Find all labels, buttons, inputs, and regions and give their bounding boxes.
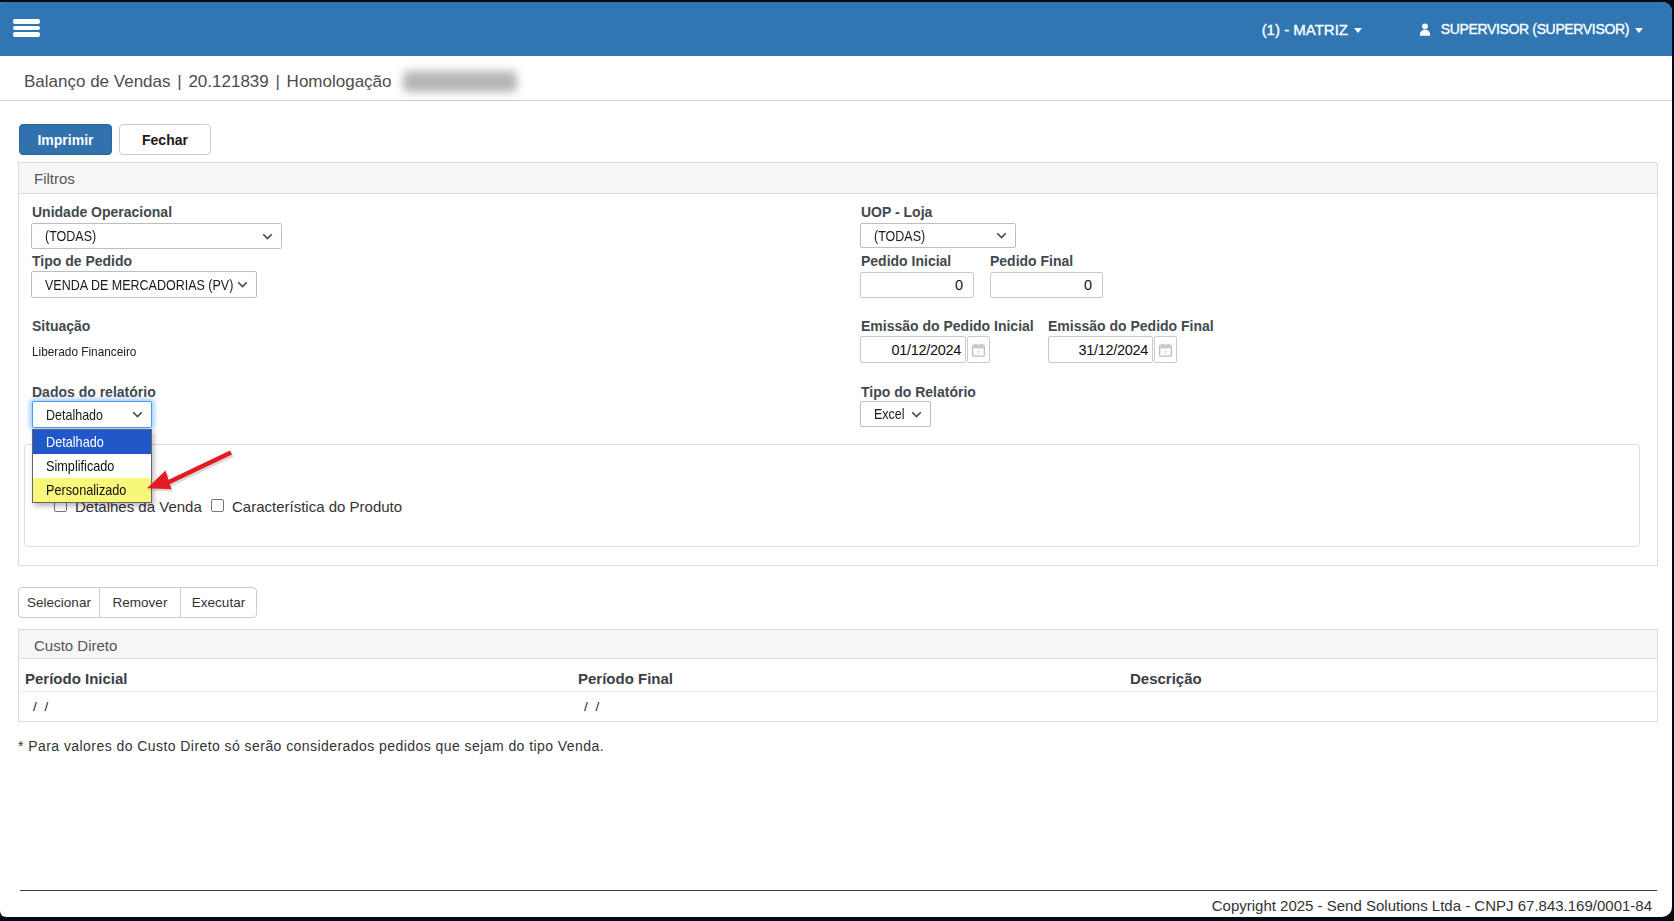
svg-text:7: 7 [977, 349, 981, 355]
svg-text:7: 7 [1164, 349, 1168, 355]
